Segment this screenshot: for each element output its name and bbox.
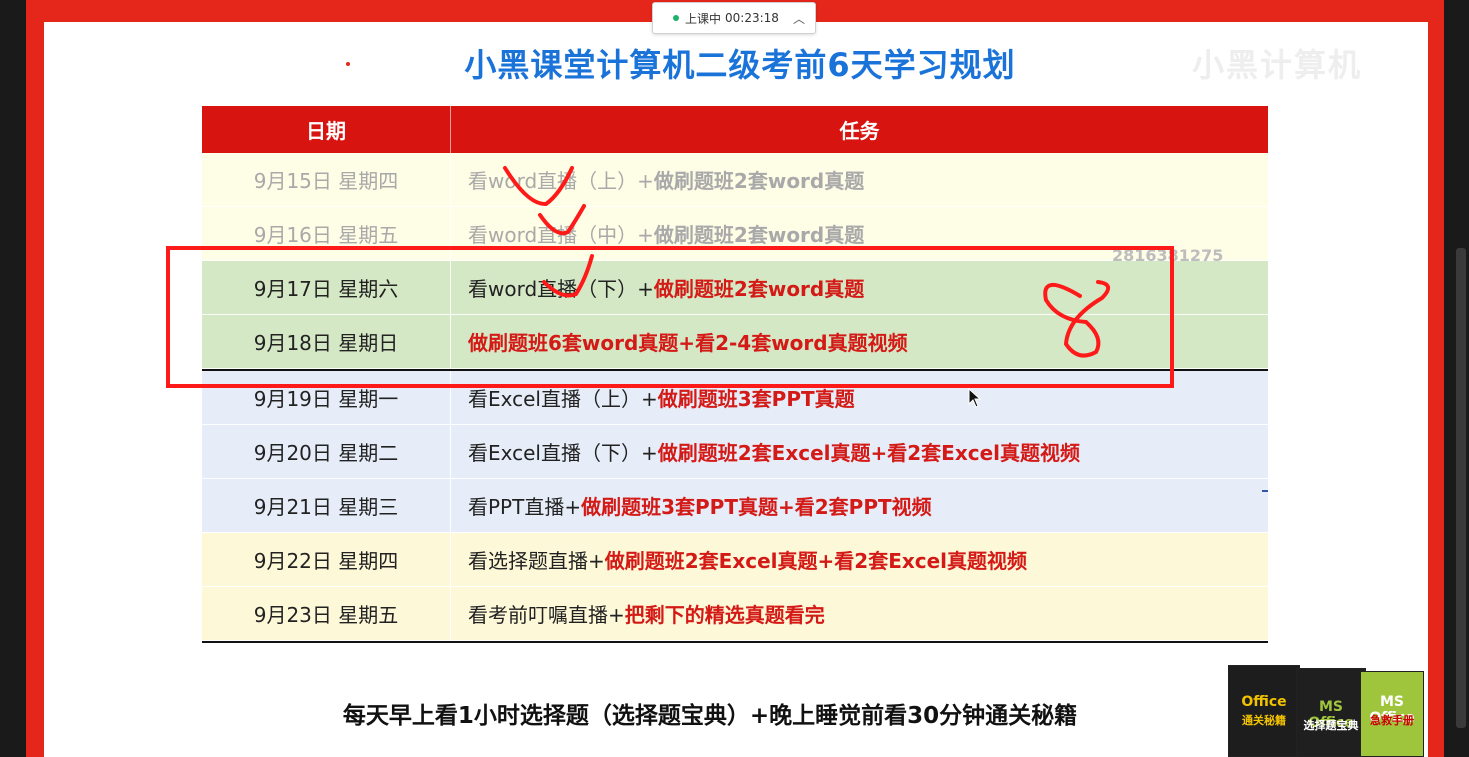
- task-plain: 看Excel直播（下）+: [468, 441, 658, 465]
- timer-time: 00:23:18: [725, 11, 779, 25]
- row-date: 9月15日 星期四: [202, 153, 451, 206]
- table-body: 9月15日 星期四 看word直播（上）+ 做刷题班2套word真题 9月16日 星期…: [202, 153, 1268, 643]
- row-date: 9月20日 星期二: [202, 425, 451, 478]
- row-task: 看选择题直播+ 做刷题班2套Excel真题+看2套Excel真题视频: [451, 533, 1268, 586]
- scroll-thumb[interactable]: [1456, 248, 1466, 728]
- red-dot: [346, 62, 350, 66]
- task-plain: 看考前叮嘱直播+: [468, 603, 625, 627]
- row-date: 9月21日 星期三: [202, 479, 451, 532]
- class-timer[interactable]: 上课中 00:23:18 ︿: [652, 2, 816, 34]
- row-date: 9月23日 星期五: [202, 587, 451, 640]
- book-title: Office: [1241, 694, 1287, 710]
- timer-status: 上课中: [685, 11, 722, 26]
- footer-note: 每天早上看1小时选择题（选择题宝典）+晚上睡觉前看30分钟通关秘籍: [342, 703, 1078, 729]
- header-task: 任务: [839, 119, 880, 143]
- chevron-up-icon[interactable]: ︿: [793, 10, 805, 27]
- table-header: 日期 任务: [202, 106, 1268, 153]
- page-title: 小黑课堂计算机二级考前6天学习规划: [464, 46, 1016, 84]
- book-subtitle: 急救手册: [1370, 714, 1414, 727]
- book-covers: Office 通关秘籍 MS Office 选择题宝典 MS Office 急救…: [1228, 662, 1424, 757]
- task-highlight: 做刷题班3套PPT真题+看2套PPT视频: [581, 495, 932, 519]
- table-row: 9月21日 星期三 看PPT直播+ 做刷题班3套PPT真题+看2套PPT视频: [202, 479, 1268, 533]
- task-plain: 看选择题直播+: [468, 549, 605, 573]
- header-date: 日期: [202, 106, 451, 153]
- table-bottom-border: [202, 641, 1268, 643]
- book-cover-xuanze: MS Office 选择题宝典: [1296, 668, 1366, 757]
- task-plain: 看word直播（上）+: [468, 169, 654, 193]
- row-task: 看考前叮嘱直播+ 把剩下的精选真题看完: [451, 587, 1268, 640]
- mouse-cursor-icon: [968, 388, 982, 408]
- watermark: 小黑计算机: [1192, 46, 1363, 84]
- task-highlight: 把剩下的精选真题看完: [624, 603, 825, 627]
- table-row: 9月23日 星期五 看考前叮嘱直播+ 把剩下的精选真题看完: [202, 587, 1268, 641]
- annotation-rectangle: [166, 246, 1174, 388]
- book-subtitle: 通关秘籍: [1242, 714, 1286, 727]
- task-plain: 看PPT直播+: [468, 495, 582, 519]
- row-task: 看PPT直播+ 做刷题班3套PPT真题+看2套PPT视频: [451, 479, 1268, 532]
- book-cover-tongguan: Office 通关秘籍: [1228, 665, 1300, 757]
- tiny-mark: [1262, 490, 1268, 492]
- task-highlight: 做刷题班2套word真题: [653, 169, 865, 193]
- table-row: 9月20日 星期二 看Excel直播（下）+ 做刷题班2套Excel真题+看2套Ex…: [202, 425, 1268, 479]
- table-row: 9月22日 星期四 看选择题直播+ 做刷题班2套Excel真题+看2套Excel真题…: [202, 533, 1268, 587]
- task-highlight: 做刷题班2套Excel真题+看2套Excel真题视频: [604, 549, 1028, 573]
- live-dot-icon: [673, 15, 679, 21]
- book-subtitle: 选择题宝典: [1303, 719, 1359, 732]
- row-date: 9月22日 星期四: [202, 533, 451, 586]
- task-plain: 看word直播（中）+: [468, 223, 654, 247]
- table-row: 9月15日 星期四 看word直播（上）+ 做刷题班2套word真题: [202, 153, 1268, 207]
- task-highlight: 做刷题班2套word真题: [653, 223, 865, 247]
- book-cover-jijiu: MS Office 急救手册: [1360, 671, 1424, 757]
- task-highlight: 做刷题班2套Excel真题+看2套Excel真题视频: [657, 441, 1081, 465]
- row-task: 看word直播（上）+ 做刷题班2套word真题: [451, 153, 1268, 206]
- row-task: 看Excel直播（下）+ 做刷题班2套Excel真题+看2套Excel真题视频: [451, 425, 1268, 478]
